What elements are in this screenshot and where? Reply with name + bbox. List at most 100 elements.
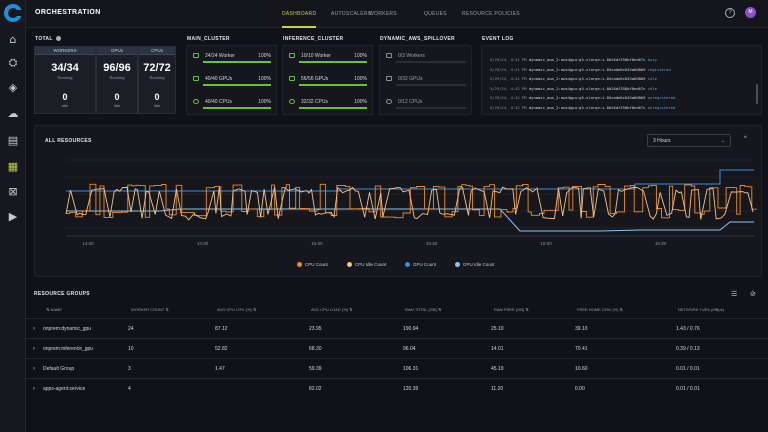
chevron-right-icon[interactable]: › bbox=[33, 319, 35, 339]
cell-net: 0.01 / 0.01 bbox=[676, 366, 700, 372]
spillover-workers-row: 0/3 Workers bbox=[386, 52, 466, 63]
col-gpu-util[interactable]: AVG GPU UTIL (%) ⇅ bbox=[217, 303, 256, 317]
app-logo-icon[interactable] bbox=[4, 4, 23, 22]
active-tab-indicator bbox=[282, 26, 317, 28]
total-gpus-card: GPUs 96/96 Running 0 Idle bbox=[96, 46, 138, 114]
col-name[interactable]: ⇅ NAME bbox=[46, 303, 62, 317]
cell-name: Default Group bbox=[43, 366, 75, 372]
tab-resource-policies[interactable]: RESOURCE POLICIES bbox=[462, 0, 520, 28]
main-cluster-workers-bar bbox=[203, 61, 271, 63]
col-network[interactable]: NETWORK Tx/Rx (MBps) bbox=[678, 303, 724, 317]
total-cpus-idle-label: Idle bbox=[153, 103, 161, 108]
col-cpu-load[interactable]: AVG CPU LOAD (%) ⇅ bbox=[311, 303, 353, 317]
col-ram-total[interactable]: RAM TOTAL (GB) ⇅ bbox=[405, 303, 441, 317]
col-free-disk[interactable]: FREE HOME DISK (%) ⇅ bbox=[577, 303, 623, 317]
cell-workers: 3 bbox=[128, 366, 131, 372]
cell-ram-free: 45.19 bbox=[491, 366, 504, 372]
tab-dashboard[interactable]: DASHBOARD bbox=[282, 0, 317, 28]
cloud-upload-icon[interactable]: ☁ bbox=[7, 108, 19, 120]
tab-autoscalers[interactable]: AUTOSCALERS bbox=[331, 0, 371, 28]
x-tick-label: 14:00 bbox=[82, 241, 94, 246]
chevron-right-icon[interactable]: › bbox=[33, 359, 35, 379]
tab-queues[interactable]: QUEUES bbox=[424, 0, 447, 28]
cell-cpu: 59.39 bbox=[309, 366, 322, 372]
main-cluster-workers-pct: 100% bbox=[258, 53, 271, 59]
main-cluster-gpus-pct: 100% bbox=[258, 76, 271, 82]
event-log-entry: 5/29/24, 4:41 PM dynamic_aws_2:aws4gpu:g… bbox=[490, 67, 671, 72]
arrow-right-icon[interactable]: ▶ bbox=[7, 211, 19, 223]
total-gpus-idle: 0 bbox=[114, 92, 120, 102]
spillover-cluster-card[interactable]: 0/3 Workers 0/32 GPUs 0/12 CPUs bbox=[379, 45, 472, 115]
spillover-gpus-row: 0/32 GPUs bbox=[386, 75, 466, 86]
total-cpus-idle: 0 bbox=[154, 92, 160, 102]
avatar[interactable]: M bbox=[745, 7, 756, 18]
event-text: dynamic_aws_2:aws4gpu:g5.xlarge:i-0b26df… bbox=[528, 105, 648, 110]
columns-settings-icon[interactable]: ☰ bbox=[731, 290, 737, 298]
app-title: ORCHESTRATION bbox=[35, 9, 101, 16]
cell-disk: 10.60 bbox=[575, 366, 588, 372]
worker-icon bbox=[193, 53, 199, 58]
event-log-entry: 5/29/24, 4:42 PM dynamic_aws_2:aws4gpu:g… bbox=[490, 95, 675, 100]
filter-icon[interactable]: ⊘ bbox=[750, 290, 756, 298]
main-cluster-gpus-bar bbox=[203, 84, 271, 86]
total-workers-idle: 0 bbox=[62, 92, 68, 102]
total-workers-value: 34/34 bbox=[51, 62, 79, 74]
cell-gpu: 87.12 bbox=[215, 326, 228, 332]
collapse-icon[interactable]: ^ bbox=[744, 136, 747, 142]
legend-cpu-count[interactable]: CPU Count bbox=[297, 262, 328, 268]
event-state: busy bbox=[647, 57, 657, 62]
table-row[interactable]: › onprem:inference_gpu 10 52.82 68.30 96.04 14… bbox=[26, 338, 768, 358]
document-icon[interactable]: ▤ bbox=[7, 135, 19, 147]
main-cluster-cpus-bar bbox=[203, 107, 271, 109]
total-cpus-card: CPUs 72/72 Running 0 Idle bbox=[138, 46, 176, 114]
layers-icon[interactable]: ◈ bbox=[7, 82, 19, 94]
cell-disk: 39.10 bbox=[575, 326, 588, 332]
grid-icon[interactable]: ▦ bbox=[7, 161, 19, 173]
total-workers-card: WORKERS 34/34 Running 0 Idle bbox=[34, 46, 96, 114]
total-cpus-label: Running bbox=[149, 75, 165, 80]
chevron-right-icon[interactable]: › bbox=[33, 379, 35, 399]
time-range-value: 3 Hours bbox=[653, 138, 671, 144]
legend-dot bbox=[405, 262, 410, 268]
col-ram-free[interactable]: RAM FREE (GB) ⇅ bbox=[494, 303, 529, 317]
event-time: 5/29/24, 4:42 PM bbox=[490, 85, 529, 91]
chevron-right-icon[interactable]: › bbox=[33, 339, 35, 359]
legend-cpu-idle-count[interactable]: CPU Idle Count bbox=[347, 262, 386, 268]
tab-dashboard-label: DASHBOARD bbox=[282, 11, 317, 17]
main-cluster-workers-label: 24/24 Worker bbox=[205, 53, 235, 59]
inference-cluster-card[interactable]: 10/10 Worker 100% 56/56 GPUs 100% 32/32 CP… bbox=[282, 45, 373, 115]
cell-workers: 24 bbox=[128, 326, 134, 332]
legend-gpu-count[interactable]: GPU Count bbox=[405, 262, 436, 268]
table-row[interactable]: › Default Group 3 1.47 59.39 106.31 45.19 10.60… bbox=[26, 358, 768, 378]
table-row[interactable]: › apps-agent:service 4 82.02 120.39 11.20 0.00… bbox=[26, 378, 768, 398]
cpu-icon bbox=[386, 99, 392, 104]
help-icon[interactable]: ? bbox=[725, 8, 735, 18]
network-icon[interactable]: ⊠ bbox=[7, 186, 19, 198]
event-log-entry: 5/29/24, 4:42 PM dynamic_aws_2:aws4gpu:g… bbox=[490, 105, 675, 110]
cell-ram-free: 14.01 bbox=[491, 346, 504, 352]
col-worker-count-label: WORKER COUNT bbox=[131, 307, 165, 312]
x-tick-label: 15:00 bbox=[311, 241, 323, 246]
home-icon[interactable]: ⌂ bbox=[7, 34, 19, 46]
bus-icon[interactable]: ⛭ bbox=[7, 57, 19, 69]
inference-cluster-gpus-label: 56/56 GPUs bbox=[301, 76, 329, 82]
event-state: registered bbox=[647, 66, 671, 72]
cell-disk: 0.00 bbox=[575, 386, 585, 392]
table-row[interactable]: › onprem:dynamic_gpu 24 87.12 23.95 190.94 25.… bbox=[26, 318, 768, 338]
event-text: dynamic_aws_2:aws4gpu:g5.xlarge:i-05cade… bbox=[528, 66, 648, 72]
cell-ram-total: 106.31 bbox=[403, 366, 419, 372]
main-cluster-card[interactable]: 24/24 Worker 100% 40/40 GPUs 100% 40/40 CP… bbox=[186, 45, 277, 115]
total-gpus-idle-label: Idle bbox=[113, 103, 121, 108]
col-worker-count[interactable]: WORKER COUNT ⇅ bbox=[131, 303, 169, 317]
cell-disk: 70.41 bbox=[575, 346, 588, 352]
info-icon[interactable] bbox=[55, 36, 61, 42]
time-range-select[interactable]: 3 Hours ⌄ bbox=[647, 134, 731, 147]
total-workers-label: Running bbox=[57, 75, 73, 80]
tab-workers[interactable]: WORKERS bbox=[369, 0, 397, 28]
cell-net: 0.39 / 0.13 bbox=[676, 346, 700, 352]
event-log-scrollbar[interactable] bbox=[756, 84, 758, 104]
event-log-entry: 5/29/24, 4:42 PM dynamic_aws_2:aws4gpu:g… bbox=[490, 86, 657, 91]
cell-name: apps-agent:service bbox=[43, 386, 86, 392]
inference-cluster-workers-pct: 100% bbox=[354, 53, 367, 59]
legend-gpu-idle-count[interactable]: GPU Idle Count bbox=[455, 262, 495, 268]
